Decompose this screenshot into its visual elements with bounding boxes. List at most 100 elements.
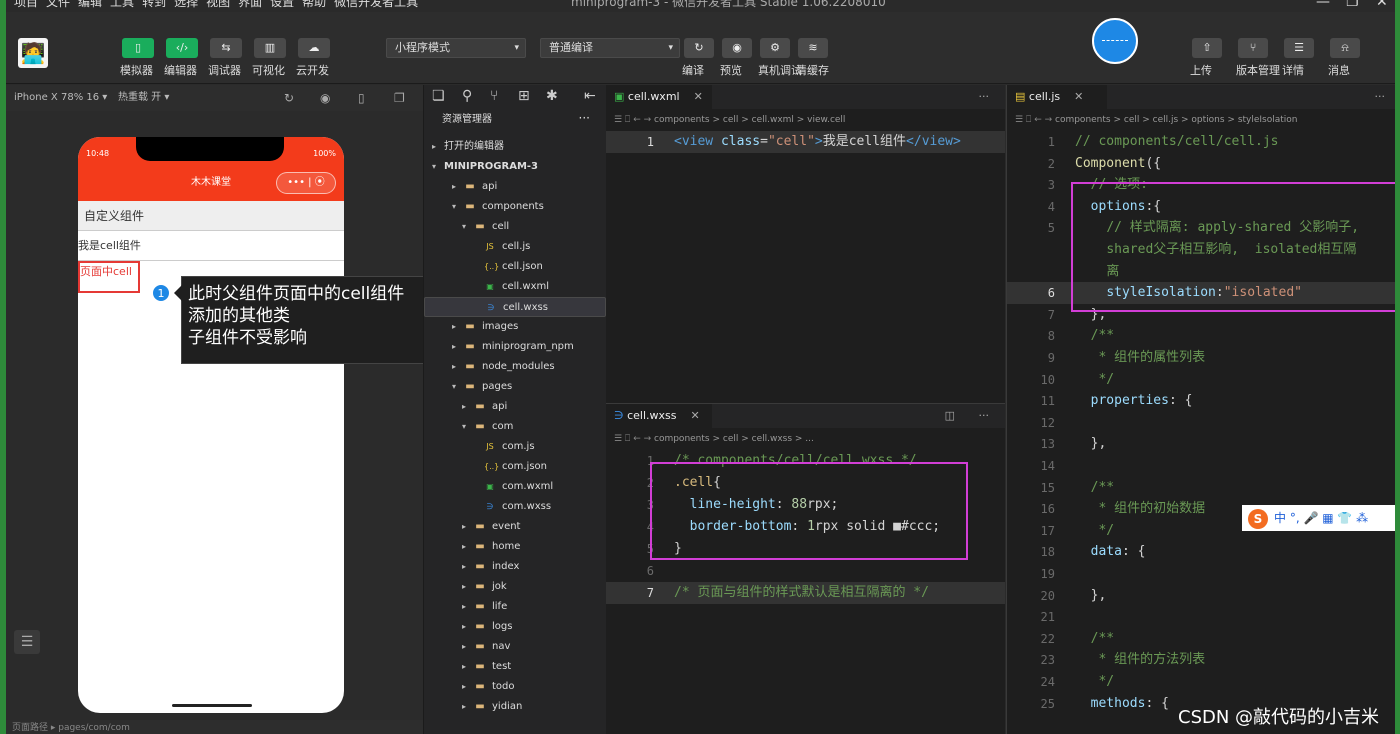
folder-item[interactable]: ▸ ▬ life <box>424 597 606 617</box>
branch-icon[interactable]: ⑂ <box>1238 38 1268 58</box>
avatar[interactable]: 🧑‍💻 <box>18 38 48 68</box>
files-icon[interactable]: ❏ <box>432 88 445 104</box>
compile-select[interactable]: 普通编译 ▾ <box>540 38 680 58</box>
folder-item[interactable]: ▸ ▬ images <box>424 317 606 337</box>
close-circle-icon[interactable]: ⦿ <box>315 177 325 188</box>
menu-item[interactable]: 工具 <box>110 0 134 8</box>
ime-toolbar[interactable]: S 中 °, 🎤 ▦ 👕 ⁂ <box>1242 505 1395 531</box>
file-item[interactable]: JS com.js <box>424 437 606 457</box>
close-icon[interactable]: ✕ <box>1376 0 1388 9</box>
folder-item[interactable]: ▸ ▬ nav <box>424 637 606 657</box>
folder-item[interactable]: ▸ ▬ home <box>424 537 606 557</box>
toolbar-label[interactable]: 清缓存 <box>796 62 829 78</box>
stop-icon[interactable]: ◉ <box>320 85 330 111</box>
folder-item[interactable]: ▾ ▬ cell <box>424 217 606 237</box>
folder-item[interactable]: ▸ ▬ miniprogram_npm <box>424 337 606 357</box>
file-item[interactable]: ∋ com.wxss <box>424 497 606 517</box>
more-icon[interactable]: ··· <box>979 404 990 428</box>
mode-select[interactable]: 小程序模式 ▾ <box>386 38 526 58</box>
menu-item[interactable]: 选择 <box>174 0 198 8</box>
toolbar-label[interactable]: 调试器 <box>208 62 241 78</box>
bell-icon[interactable]: ⍾ <box>1330 38 1360 58</box>
folder-item[interactable]: ▸ ▬ todo <box>424 677 606 697</box>
extensions-icon[interactable]: ⊞ <box>518 88 530 104</box>
toolbar-label[interactable]: 可视化 <box>252 62 285 78</box>
toolbar-icons[interactable]: ☰ ⎕ ← → <box>614 115 654 125</box>
cloud-icon[interactable]: ☁ <box>298 38 330 58</box>
menu-item[interactable]: 转到 <box>142 0 166 8</box>
file-item[interactable]: ▣ cell.wxml <box>424 277 606 297</box>
bug-icon[interactable]: ⚙ <box>760 38 790 58</box>
menu-item[interactable]: 界面 <box>238 0 262 8</box>
more-icon[interactable]: ··· <box>579 107 590 129</box>
folder-item[interactable]: ▸ ▬ index <box>424 557 606 577</box>
folder-item[interactable]: ▾ ▬ com <box>424 417 606 437</box>
phone-icon[interactable]: ▯ <box>122 38 154 58</box>
window-icon[interactable]: ❐ <box>394 85 405 111</box>
menu-item[interactable]: 帮助 <box>302 0 326 8</box>
toolbar-label[interactable]: 消息 <box>1328 62 1350 78</box>
open-editors-section[interactable]: ▸ 打开的编辑器 <box>424 137 606 157</box>
refresh-icon[interactable]: ↻ <box>284 85 294 111</box>
file-item[interactable]: ▣ com.wxml <box>424 477 606 497</box>
debug-icon[interactable]: ✱ <box>546 88 558 104</box>
menu-item[interactable]: 编辑 <box>78 0 102 8</box>
file-item[interactable]: {..} com.json <box>424 457 606 477</box>
toolbar-label[interactable]: 预览 <box>720 62 742 78</box>
folder-item[interactable]: ▸ ▬ node_modules <box>424 357 606 377</box>
eye-icon[interactable]: ◉ <box>722 38 752 58</box>
toolbar-label[interactable]: 详情 <box>1282 62 1304 78</box>
toolbar-label[interactable]: 版本管理 <box>1236 62 1280 78</box>
split-editor-icon[interactable]: ◫ <box>945 404 955 428</box>
close-icon[interactable]: ✕ <box>1074 90 1083 103</box>
folder-item[interactable]: ▸ ▬ logs <box>424 617 606 637</box>
close-icon[interactable]: ✕ <box>691 409 700 422</box>
folder-item[interactable]: ▸ ▬ api <box>424 177 606 197</box>
maximize-icon[interactable]: ❐ <box>1346 0 1359 9</box>
upload-icon[interactable]: ⇧ <box>1192 38 1222 58</box>
capsule-menu[interactable]: ••• | ⦿ <box>276 172 336 194</box>
more-icon[interactable]: ··· <box>979 85 990 109</box>
collapse-panel-icon[interactable]: ⇤ <box>584 88 596 104</box>
toolbar-label[interactable]: 模拟器 <box>120 62 153 78</box>
folder-item[interactable]: ▾ ▬ pages <box>424 377 606 397</box>
more-icon[interactable]: ··· <box>1375 85 1386 109</box>
menu-item[interactable]: 微信开发者工具 <box>334 0 418 8</box>
tab-cell-wxml[interactable]: ▣ cell.wxml ✕ <box>606 85 712 109</box>
visual-icon[interactable]: ▥ <box>254 38 286 58</box>
file-item[interactable]: {..} cell.json <box>424 257 606 277</box>
folder-item[interactable]: ▸ ▬ test <box>424 657 606 677</box>
tab-cell-wxss[interactable]: ∋ cell.wxss ✕ <box>606 404 712 428</box>
menu-item[interactable]: 设置 <box>270 0 294 8</box>
menu-item[interactable]: 视图 <box>206 0 230 8</box>
file-item[interactable]: JS cell.js <box>424 237 606 257</box>
tab-cell-js[interactable]: ▤ cell.js ✕ <box>1007 85 1107 109</box>
code-icon[interactable]: ‹/› <box>166 38 198 58</box>
menu-item[interactable]: 文件 <box>46 0 70 8</box>
cloud-logo-icon[interactable] <box>1092 18 1138 64</box>
menu-item[interactable]: 项目 <box>14 0 38 8</box>
toolbar-label[interactable]: 云开发 <box>296 62 329 78</box>
folder-item[interactable]: ▾ ▬ components <box>424 197 606 217</box>
close-icon[interactable]: ✕ <box>694 90 703 103</box>
folder-item[interactable]: ▸ ▬ yidian <box>424 697 606 717</box>
device-select[interactable]: iPhone X 78% 16 ▾ <box>14 85 107 111</box>
phone-icon[interactable]: ▯ <box>358 85 365 111</box>
toolbar-label[interactable]: 上传 <box>1190 62 1212 78</box>
debug-icon[interactable]: ⇆ <box>210 38 242 58</box>
toolbar-label[interactable]: 编译 <box>682 62 704 78</box>
minimize-icon[interactable]: — <box>1316 0 1330 9</box>
file-item[interactable]: ∋ cell.wxss <box>424 297 606 317</box>
toolbar-icons[interactable]: ☰ ⎕ ← → <box>1015 115 1055 125</box>
list-icon[interactable]: ☰ <box>14 630 40 654</box>
folder-item[interactable]: ▸ ▬ jok <box>424 577 606 597</box>
refresh-icon[interactable]: ↻ <box>684 38 714 58</box>
project-root[interactable]: ▾ MINIPROGRAM-3 <box>424 157 606 177</box>
hotreload-toggle[interactable]: 热重载 开 ▾ <box>118 85 169 111</box>
folder-item[interactable]: ▸ ▬ api <box>424 397 606 417</box>
toolbar-label[interactable]: 编辑器 <box>164 62 197 78</box>
toolbar-icons[interactable]: ☰ ⎕ ← → <box>614 434 654 444</box>
more-icon[interactable]: ••• <box>287 177 305 188</box>
search-icon[interactable]: ⚲ <box>462 88 472 104</box>
layers-icon[interactable]: ≋ <box>798 38 828 58</box>
